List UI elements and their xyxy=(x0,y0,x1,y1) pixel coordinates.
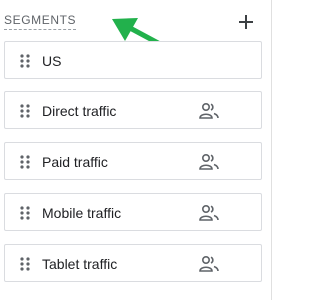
drag-handle-icon[interactable] xyxy=(20,155,30,169)
segment-card-paid-traffic[interactable]: Paid traffic xyxy=(4,142,262,180)
drag-handle-icon[interactable] xyxy=(20,54,30,68)
segments-panel: SEGMENTS US Direct traffic Paid traffic … xyxy=(0,0,272,300)
add-segment-button[interactable] xyxy=(233,9,259,35)
segment-card-mobile-traffic[interactable]: Mobile traffic xyxy=(4,193,262,231)
segment-label: US xyxy=(42,53,62,69)
people-icon xyxy=(199,153,219,170)
segment-card-tablet-traffic[interactable]: Tablet traffic xyxy=(4,244,262,282)
drag-handle-icon[interactable] xyxy=(20,206,30,220)
segment-label: Direct traffic xyxy=(42,103,117,119)
people-icon xyxy=(199,102,219,119)
segment-card-us[interactable]: US xyxy=(4,41,262,79)
segment-card-direct-traffic[interactable]: Direct traffic xyxy=(4,91,262,129)
segment-label: Tablet traffic xyxy=(42,256,118,272)
people-icon xyxy=(199,204,219,221)
segments-title: SEGMENTS xyxy=(4,13,77,30)
people-icon xyxy=(199,255,219,272)
plus-icon xyxy=(239,15,253,29)
segment-label: Paid traffic xyxy=(42,154,108,170)
drag-handle-icon[interactable] xyxy=(20,257,30,271)
drag-handle-icon[interactable] xyxy=(20,104,30,118)
segment-label: Mobile traffic xyxy=(42,205,122,221)
